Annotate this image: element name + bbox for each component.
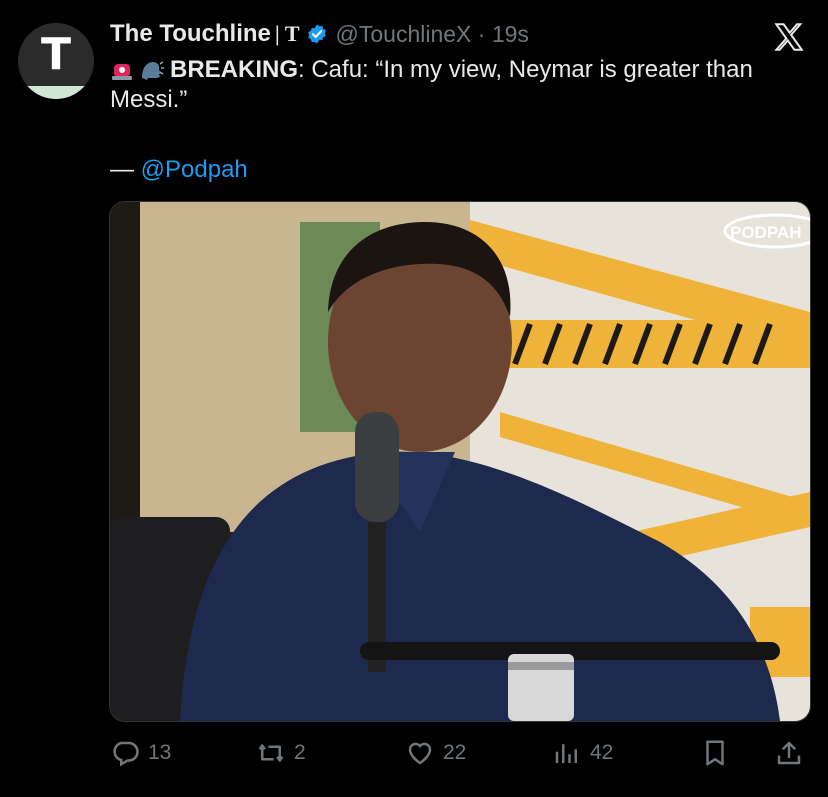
action-bar: 13 2 22 42: [110, 735, 810, 771]
credit-mention[interactable]: @Podpah: [141, 156, 248, 183]
avatar[interactable]: T: [18, 23, 94, 99]
share-button[interactable]: [774, 735, 812, 771]
handle-and-time[interactable]: @TouchlineX · 19s: [336, 21, 529, 48]
like-icon: [408, 742, 432, 765]
x-logo-icon[interactable]: [772, 20, 806, 54]
bookmark-icon: [706, 740, 724, 766]
avatar-logo: T: [40, 29, 71, 80]
siren-emoji-icon: [112, 64, 132, 80]
views-count: 42: [590, 741, 614, 764]
like-button[interactable]: 22: [405, 735, 466, 771]
bookmark-button[interactable]: [700, 735, 738, 771]
tweet-header: The Touchline | T @TouchlineX · 19s: [110, 18, 529, 50]
reply-button[interactable]: 13: [110, 735, 171, 771]
repost-button[interactable]: 2: [256, 735, 306, 771]
repost-count: 2: [294, 741, 306, 764]
share-icon: [777, 741, 801, 765]
verified-icon: [307, 24, 326, 44]
credit-prefix: —: [110, 156, 141, 183]
speaking-head-emoji-icon: [142, 61, 164, 80]
display-name[interactable]: The Touchline: [110, 20, 271, 48]
views-button[interactable]: 42: [552, 735, 613, 771]
like-count: 22: [443, 741, 467, 764]
tweet-text: BREAKING: Cafu: “In my view, Neymar is g…: [110, 55, 790, 115]
repost-icon: [258, 744, 284, 762]
affiliate-mark: | T: [274, 21, 300, 46]
reply-icon: [113, 741, 139, 767]
avatar-band: [18, 86, 94, 99]
tweet-media[interactable]: PODPAH: [109, 201, 811, 722]
views-icon: [555, 744, 577, 763]
reply-count: 13: [148, 741, 172, 764]
media-watermark: PODPAH: [730, 223, 801, 242]
credit-line: — @Podpah: [110, 156, 248, 184]
breaking-label: BREAKING: [170, 56, 299, 83]
video-frame: PODPAH: [110, 202, 810, 721]
